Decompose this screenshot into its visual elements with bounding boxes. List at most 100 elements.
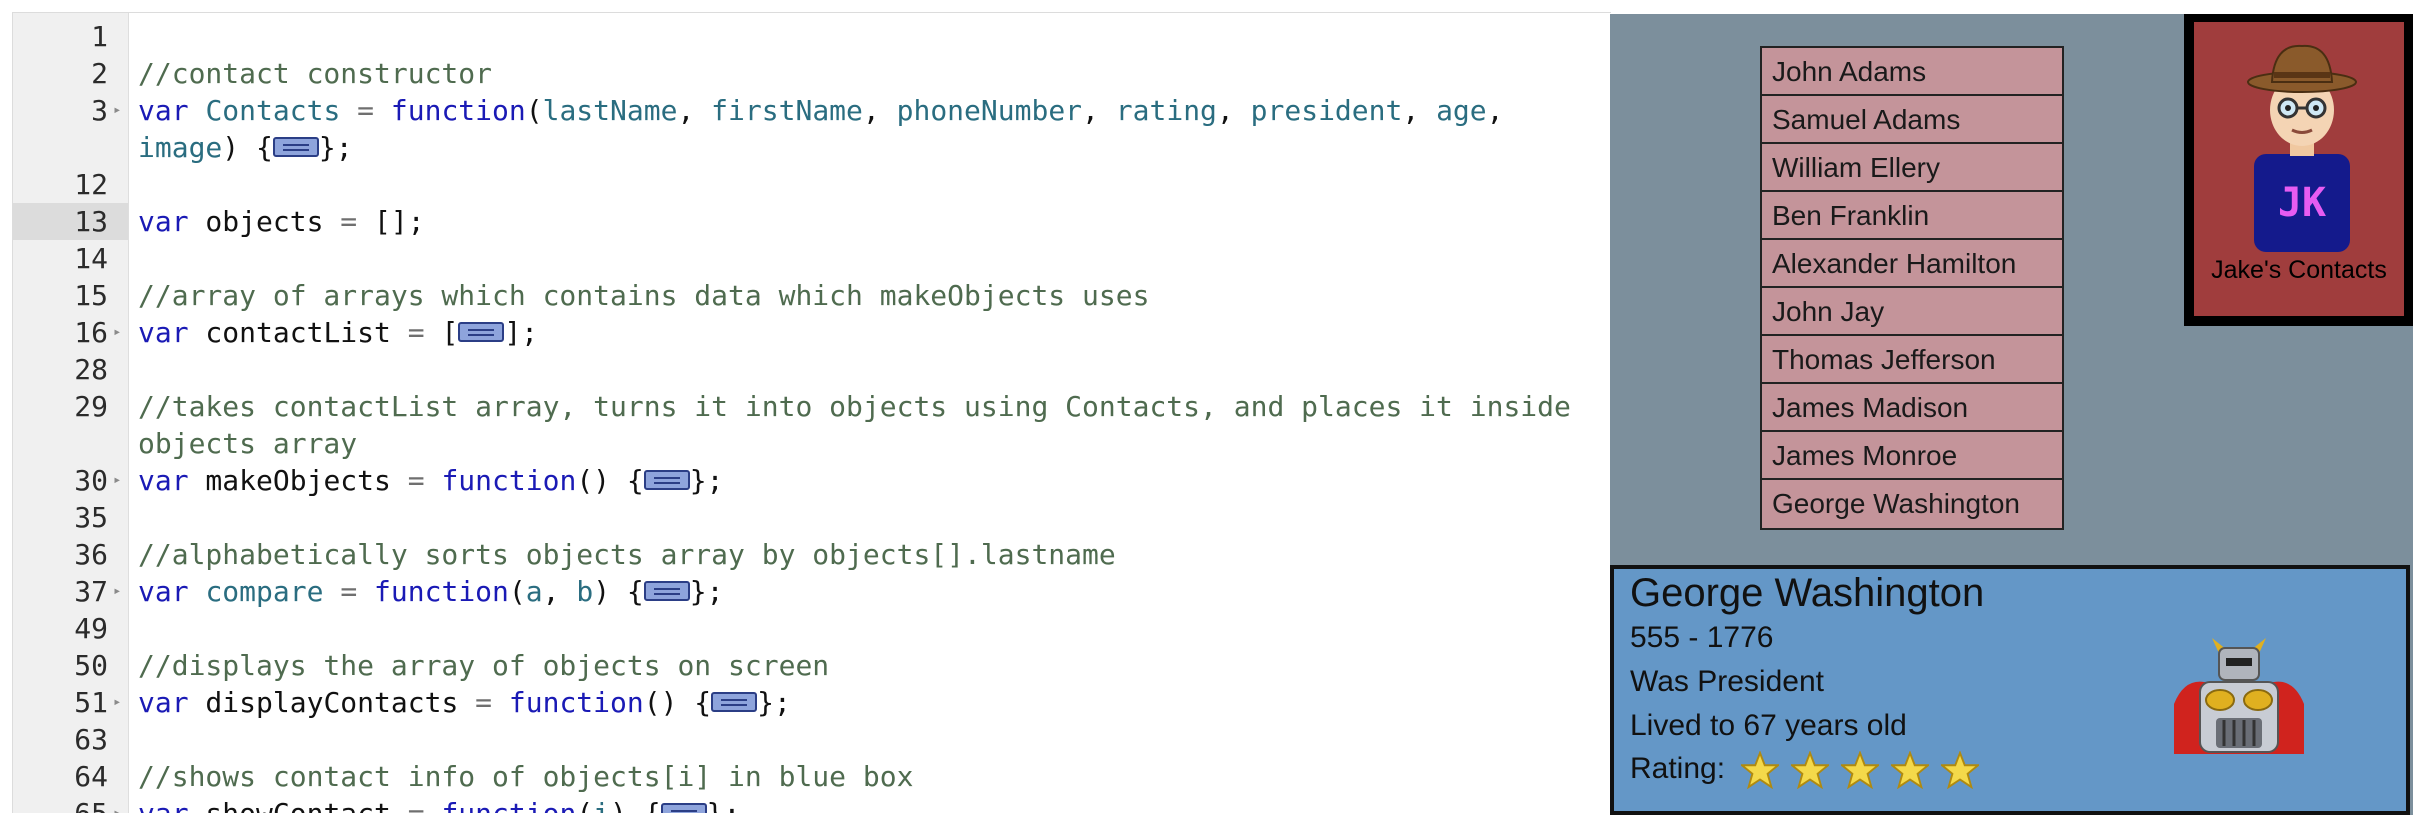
line-number: 15 bbox=[74, 279, 108, 312]
logo-box: JK Jake's Contacts bbox=[2184, 14, 2413, 326]
contact-list-item[interactable]: John Adams bbox=[1762, 48, 2062, 96]
gutter-cell: 14 bbox=[13, 240, 128, 277]
fold-arrow-icon[interactable]: ▸ bbox=[113, 573, 121, 610]
code-text[interactable]: ​ bbox=[138, 18, 1593, 55]
line-number: 16 bbox=[74, 316, 108, 349]
code-line[interactable]: 63 ​ bbox=[13, 721, 1611, 758]
contact-list-item[interactable]: William Ellery bbox=[1762, 144, 2062, 192]
gutter-cell: 3 ▸ bbox=[13, 92, 128, 166]
star-icon bbox=[1891, 751, 1930, 789]
code-text[interactable]: //contact constructor bbox=[138, 55, 1593, 92]
code-line[interactable]: 29 //takes contactList array, turns it in… bbox=[13, 388, 1611, 462]
code-text[interactable]: ​ bbox=[138, 499, 1593, 536]
line-number: 13 bbox=[74, 205, 108, 238]
code-text[interactable]: ​ bbox=[138, 610, 1593, 647]
contact-list-item[interactable]: Ben Franklin bbox=[1762, 192, 2062, 240]
collapsed-code-widget-icon[interactable] bbox=[643, 581, 690, 601]
code-text[interactable]: var compare = function(a, b) {}; bbox=[138, 573, 1593, 610]
gutter-cell: 36 bbox=[13, 536, 128, 573]
code-line[interactable]: 64 //shows contact info of objects[i] in … bbox=[13, 758, 1611, 795]
collapsed-code-widget-icon[interactable] bbox=[272, 137, 319, 157]
code-line[interactable]: 50 //displays the array of objects on scr… bbox=[13, 647, 1611, 684]
gutter-cell: 37 ▸ bbox=[13, 573, 128, 610]
contact-list-item[interactable]: John Jay bbox=[1762, 288, 2062, 336]
gutter-cell: 50 bbox=[13, 647, 128, 684]
line-number: 28 bbox=[74, 353, 108, 386]
star-icon bbox=[1941, 751, 1980, 789]
collapsed-code-widget-icon[interactable] bbox=[458, 322, 505, 342]
code-line[interactable]: 30 ▸ var makeObjects = function() {}; bbox=[13, 462, 1611, 499]
code-text[interactable]: var displayContacts = function() {}; bbox=[138, 684, 1593, 721]
gutter-cell: 51 ▸ bbox=[13, 684, 128, 721]
code-line[interactable]: 13 var objects = []; bbox=[13, 203, 1611, 240]
code-editor[interactable]: 1​2//contact constructor3▸var Contacts =… bbox=[12, 12, 1611, 813]
code-line[interactable]: 49 ​ bbox=[13, 610, 1611, 647]
code-text[interactable]: ​ bbox=[138, 240, 1593, 277]
code-line[interactable]: 2 //contact constructor bbox=[13, 55, 1611, 92]
collapsed-code-widget-icon[interactable] bbox=[643, 470, 690, 490]
logo-initials: JK bbox=[2278, 180, 2326, 226]
gutter-cell: 49 bbox=[13, 610, 128, 647]
gutter-cell: 16 ▸ bbox=[13, 314, 128, 351]
code-line[interactable]: 16 ▸ var contactList = []; bbox=[13, 314, 1611, 351]
contact-list-item[interactable]: Samuel Adams bbox=[1762, 96, 2062, 144]
logo-caption: Jake's Contacts bbox=[2211, 256, 2387, 284]
code-text[interactable]: ​ bbox=[138, 351, 1593, 388]
collapsed-code-widget-icon[interactable] bbox=[711, 692, 758, 712]
line-number: 29 bbox=[74, 390, 108, 423]
contact-list-item[interactable]: James Madison bbox=[1762, 384, 2062, 432]
gutter-cell: 15 bbox=[13, 277, 128, 314]
line-number: 30 bbox=[74, 464, 108, 497]
code-text[interactable]: var objects = []; bbox=[138, 203, 1593, 240]
contact-list-item[interactable]: Alexander Hamilton bbox=[1762, 240, 2062, 288]
contact-phone: 555 - 1776 bbox=[1630, 621, 1774, 654]
code-line[interactable]: 35 ​ bbox=[13, 499, 1611, 536]
contact-list-item[interactable]: George Washington bbox=[1762, 480, 2062, 528]
code-text[interactable]: var makeObjects = function() {}; bbox=[138, 462, 1593, 499]
line-number: 35 bbox=[74, 501, 108, 534]
code-text[interactable]: //alphabetically sorts objects array by … bbox=[138, 536, 1593, 573]
code-text[interactable]: var contactList = []; bbox=[138, 314, 1593, 351]
code-line[interactable]: 3 ▸ var Contacts = function(lastName, firs… bbox=[13, 92, 1611, 166]
code-line[interactable]: 15 //array of arrays which contains data … bbox=[13, 277, 1611, 314]
line-number: 64 bbox=[74, 760, 108, 793]
fold-arrow-icon[interactable]: ▸ bbox=[113, 795, 121, 813]
code-text[interactable]: //array of arrays which contains data wh… bbox=[138, 277, 1593, 314]
code-text[interactable]: //shows contact info of objects[i] in bl… bbox=[138, 758, 1593, 795]
code-text[interactable]: //takes contactList array, turns it into… bbox=[138, 388, 1593, 462]
contact-list: John Adams Samuel Adams William Ellery Ben … bbox=[1760, 46, 2064, 530]
contact-list-item[interactable]: James Monroe bbox=[1762, 432, 2062, 480]
fold-arrow-icon[interactable]: ▸ bbox=[113, 684, 121, 721]
code-line[interactable]: 51 ▸ var displayContacts = function() {}; bbox=[13, 684, 1611, 721]
code-line[interactable]: 65 ▸ var showContact = function(i) {}; bbox=[13, 795, 1611, 813]
collapsed-code-widget-icon[interactable] bbox=[660, 803, 707, 813]
code-line[interactable]: 1​ bbox=[13, 18, 1611, 55]
fold-arrow-icon[interactable]: ▸ bbox=[113, 462, 121, 499]
fold-arrow-icon[interactable]: ▸ bbox=[113, 92, 121, 129]
code-text[interactable]: var showContact = function(i) {}; bbox=[138, 795, 1593, 813]
line-number: 37 bbox=[74, 575, 108, 608]
gutter-cell: 65 ▸ bbox=[13, 795, 128, 813]
code-text[interactable]: ​ bbox=[138, 166, 1593, 203]
code-line[interactable]: 36 //alphabetically sorts objects array b… bbox=[13, 536, 1611, 573]
rating-stars bbox=[1741, 751, 1991, 789]
line-number: 36 bbox=[74, 538, 108, 571]
code-line[interactable]: 12 ​ bbox=[13, 166, 1611, 203]
gutter-cell: 64 bbox=[13, 758, 128, 795]
star-icon bbox=[1741, 751, 1780, 789]
line-number: 50 bbox=[74, 649, 108, 682]
code-line[interactable]: 37 ▸ var compare = function(a, b) {}; bbox=[13, 573, 1611, 610]
code-lines: 1​2//contact constructor3▸var Contacts =… bbox=[13, 18, 1611, 813]
program-output-canvas[interactable]: John Adams Samuel Adams William Ellery Ben … bbox=[1610, 14, 2413, 815]
code-line[interactable]: 28 ​ bbox=[13, 351, 1611, 388]
code-text[interactable]: ​ bbox=[138, 721, 1593, 758]
contact-list-item[interactable]: Thomas Jefferson bbox=[1762, 336, 2062, 384]
contact-name: George Washington bbox=[1630, 571, 1985, 615]
gutter-cell: 28 bbox=[13, 351, 128, 388]
fold-arrow-icon[interactable]: ▸ bbox=[113, 314, 121, 351]
line-number: 2 bbox=[91, 57, 108, 90]
code-text[interactable]: var Contacts = function(lastName, firstN… bbox=[138, 92, 1593, 166]
code-line[interactable]: 14 ​ bbox=[13, 240, 1611, 277]
code-text[interactable]: //displays the array of objects on scree… bbox=[138, 647, 1593, 684]
gutter-cell: 30 ▸ bbox=[13, 462, 128, 499]
